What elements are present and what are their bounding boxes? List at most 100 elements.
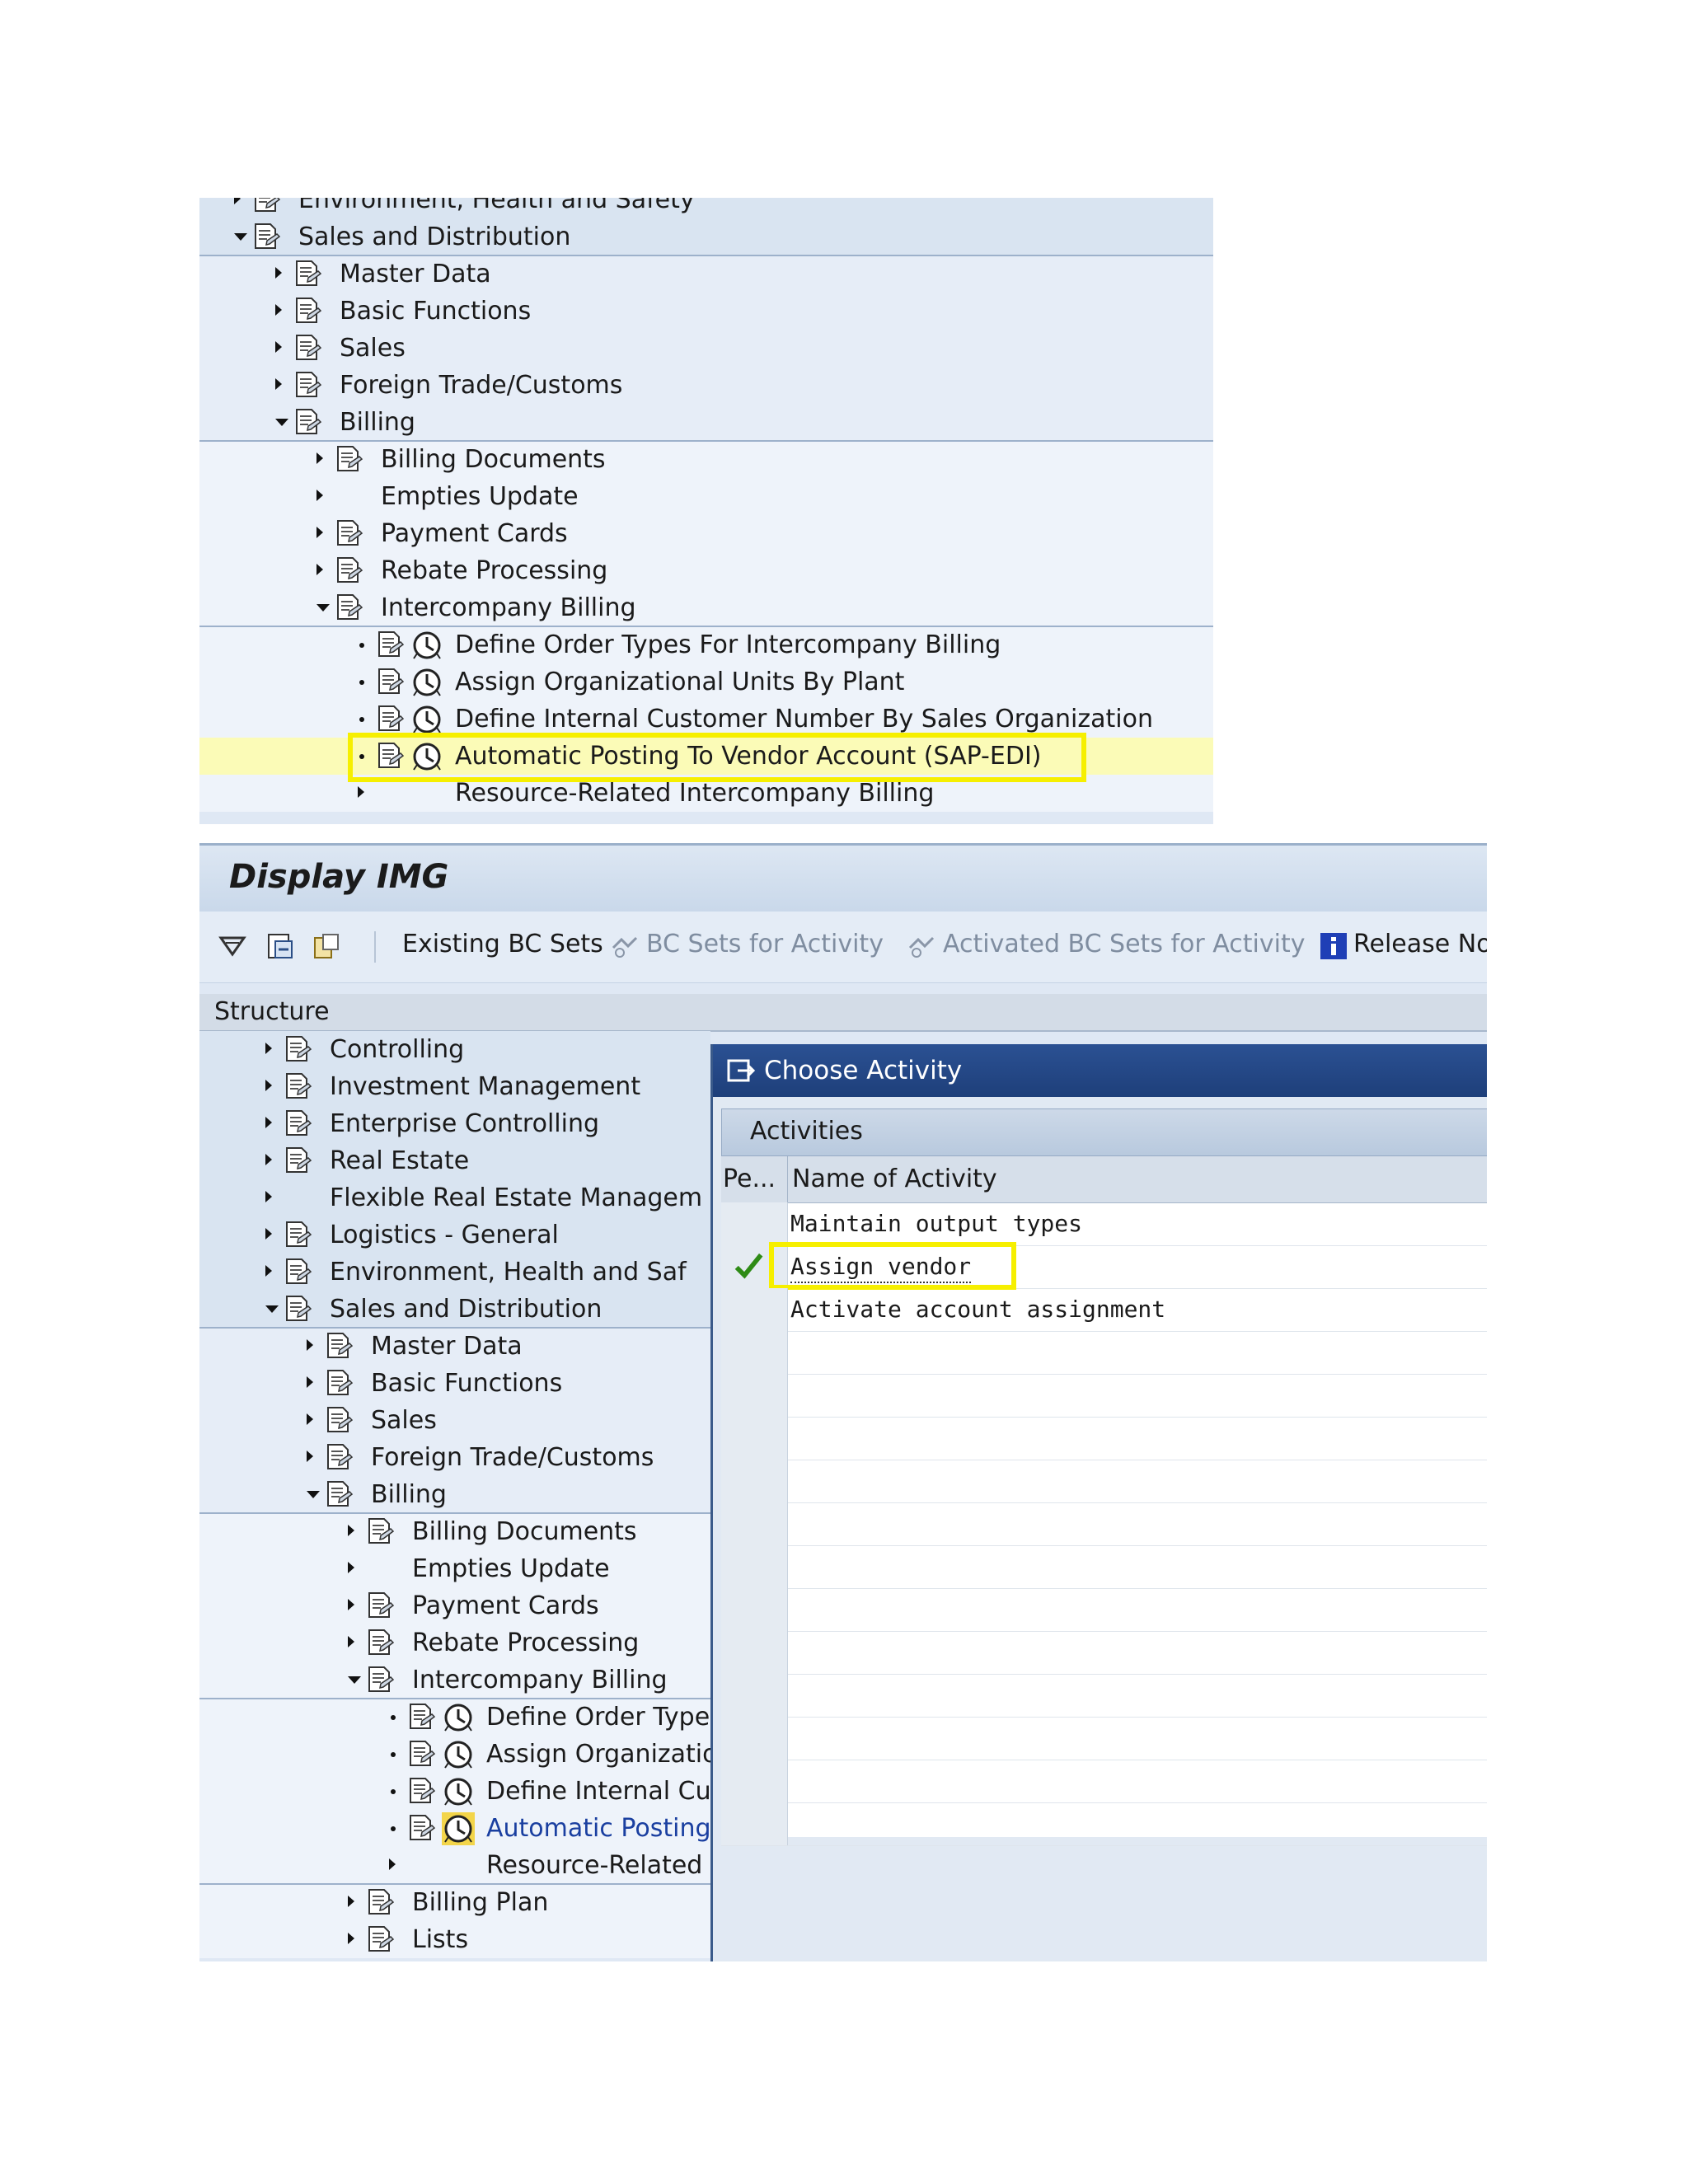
tree-node-label[interactable]: Master Data [340, 260, 491, 289]
tree-node[interactable]: Resource-Related [199, 1847, 710, 1884]
row-selector[interactable] [721, 1202, 788, 1245]
tree-node[interactable]: Payment Cards [199, 515, 1213, 552]
tree-node-label[interactable]: Payment Cards [381, 519, 568, 549]
row-selector[interactable] [721, 1717, 788, 1760]
tree-node[interactable]: Empties Update [199, 1550, 710, 1587]
where-used-icon[interactable] [264, 930, 297, 963]
tree-node-label[interactable]: Billing [371, 1480, 447, 1510]
tree-node-label[interactable]: Billing Documents [381, 445, 606, 475]
tree-node-label[interactable]: Define Internal Cu [486, 1777, 710, 1807]
expand-node-icon[interactable] [358, 786, 364, 798]
documentation-icon[interactable] [310, 930, 343, 963]
tree-node[interactable]: Master Data [199, 255, 1213, 293]
tree-node[interactable]: Basic Functions [199, 293, 1213, 330]
tree-node[interactable]: Sales [199, 330, 1213, 367]
expand-node-icon[interactable] [265, 1228, 272, 1240]
tree-node-label[interactable]: Empties Update [381, 482, 579, 512]
tree-node[interactable]: Define Order Type [199, 1699, 710, 1736]
table-row[interactable]: Activate account assignment [721, 1288, 1487, 1332]
empty-table-row[interactable] [721, 1717, 1487, 1760]
tree-node-label[interactable]: Automatic Posting [486, 1814, 710, 1844]
tree-node[interactable]: Enterprise Controlling [199, 1105, 710, 1142]
tree-node-label[interactable]: Environment, Health and Safety [298, 198, 695, 215]
tree-node-label[interactable]: Master Data [371, 1332, 523, 1361]
tree-node[interactable]: Lists [199, 1921, 710, 1958]
release-notes-button[interactable]: Release Not [1353, 928, 1487, 961]
expand-node-icon[interactable] [316, 527, 323, 538]
expand-node-icon[interactable] [307, 1376, 313, 1388]
expand-node-icon[interactable] [265, 1154, 272, 1165]
tree-node[interactable]: Empties Update [199, 478, 1213, 515]
tree-node-label[interactable]: Investment Management [330, 1072, 640, 1102]
empty-table-row[interactable] [721, 1588, 1487, 1632]
collapse-node-icon[interactable] [265, 1305, 279, 1313]
expand-node-icon[interactable] [348, 1933, 354, 1944]
empty-table-row[interactable] [721, 1331, 1487, 1375]
expand-node-icon[interactable] [316, 490, 323, 501]
tree-node[interactable]: Billing Documents [199, 1513, 710, 1550]
expand-node-icon[interactable] [275, 378, 282, 390]
expand-node-icon[interactable] [265, 1265, 272, 1277]
tree-node-label[interactable]: Resource-Related Intercompany Billing [455, 779, 934, 808]
collapse-node-icon[interactable] [234, 233, 247, 241]
row-selector[interactable] [721, 1460, 788, 1502]
tree-node[interactable]: Real Estate [199, 1142, 710, 1179]
tree-node[interactable]: Environment, Health and Saf [199, 1254, 710, 1291]
tree-node-label[interactable]: Sales [340, 334, 406, 363]
tree-node[interactable]: Basic Functions [199, 1365, 710, 1402]
tree-node[interactable]: Master Data [199, 1328, 710, 1365]
expand-node-icon[interactable] [265, 1117, 272, 1128]
activity-name[interactable]: Activate account assignment [790, 1295, 1165, 1324]
table-row[interactable]: Maintain output types [721, 1202, 1487, 1246]
expand-node-icon[interactable] [348, 1525, 354, 1536]
tree-node[interactable]: Sales [199, 1402, 710, 1439]
tree-node[interactable]: Billing [199, 404, 1213, 441]
tree-node[interactable]: Foreign Trade/Customs [199, 367, 1213, 404]
tree-node[interactable]: Billing [199, 1476, 710, 1513]
row-selector[interactable] [721, 1545, 788, 1588]
empty-table-row[interactable] [721, 1631, 1487, 1675]
tree-node-label[interactable]: Payment Cards [412, 1591, 599, 1621]
tree-node-label[interactable]: Intercompany Billing [381, 593, 636, 623]
tree-node-label[interactable]: Define Internal Customer Number By Sales… [455, 705, 1153, 734]
column-header-pe[interactable]: Pe... [723, 1165, 776, 1194]
tree-node-label[interactable]: Empties Update [412, 1554, 610, 1584]
row-selector[interactable] [721, 1674, 788, 1717]
tree-node-label[interactable]: Billing Plan [412, 1888, 548, 1918]
expand-node-icon[interactable] [275, 341, 282, 353]
tree-node[interactable]: Sales and Distribution [199, 1291, 710, 1328]
tree-node-label[interactable]: Lists [412, 1925, 468, 1955]
bc-sets-for-activity-button[interactable]: BC Sets for Activity [646, 928, 884, 961]
empty-table-row[interactable] [721, 1760, 1487, 1803]
empty-table-row[interactable] [721, 1502, 1487, 1546]
tree-node-label[interactable]: Sales and Distribution [298, 223, 570, 252]
column-header-name[interactable]: Name of Activity [792, 1165, 997, 1194]
tree-node[interactable]: Billing Documents [199, 441, 1213, 478]
expand-node-icon[interactable] [265, 1080, 272, 1091]
row-selector[interactable] [721, 1417, 788, 1460]
execute-activity-icon[interactable] [442, 1738, 475, 1771]
row-selector[interactable] [721, 1331, 788, 1374]
execute-activity-icon[interactable] [442, 1812, 475, 1845]
tree-node-label[interactable]: Sales and Distribution [330, 1295, 602, 1324]
tree-node-label[interactable]: Flexible Real Estate Managem [330, 1183, 702, 1213]
empty-table-row[interactable] [721, 1674, 1487, 1718]
tree-node[interactable]: Flexible Real Estate Managem [199, 1179, 710, 1216]
expand-node-icon[interactable] [348, 1896, 354, 1907]
tree-node-label[interactable]: Foreign Trade/Customs [371, 1443, 654, 1473]
tree-node-label[interactable]: Sales [371, 1406, 437, 1436]
collapse-node-icon[interactable] [307, 1491, 320, 1498]
tree-node[interactable]: Investment Management [199, 1068, 710, 1105]
row-selector[interactable] [721, 1502, 788, 1545]
tree-node-label[interactable]: Logistics - General [330, 1221, 559, 1250]
row-selector[interactable] [721, 1760, 788, 1802]
tree-node-label[interactable]: Rebate Processing [412, 1629, 639, 1658]
expand-node-icon[interactable] [307, 1339, 313, 1351]
collapse-node-icon[interactable] [316, 604, 330, 612]
tree-node-label[interactable]: Real Estate [330, 1146, 469, 1176]
tree-node-label[interactable]: Basic Functions [371, 1369, 562, 1399]
tab-activities[interactable]: Activities [721, 1108, 1487, 1156]
tree-node-label[interactable]: Define Order Type [486, 1703, 710, 1732]
expand-node-icon[interactable] [348, 1562, 354, 1573]
empty-table-row[interactable] [721, 1460, 1487, 1503]
